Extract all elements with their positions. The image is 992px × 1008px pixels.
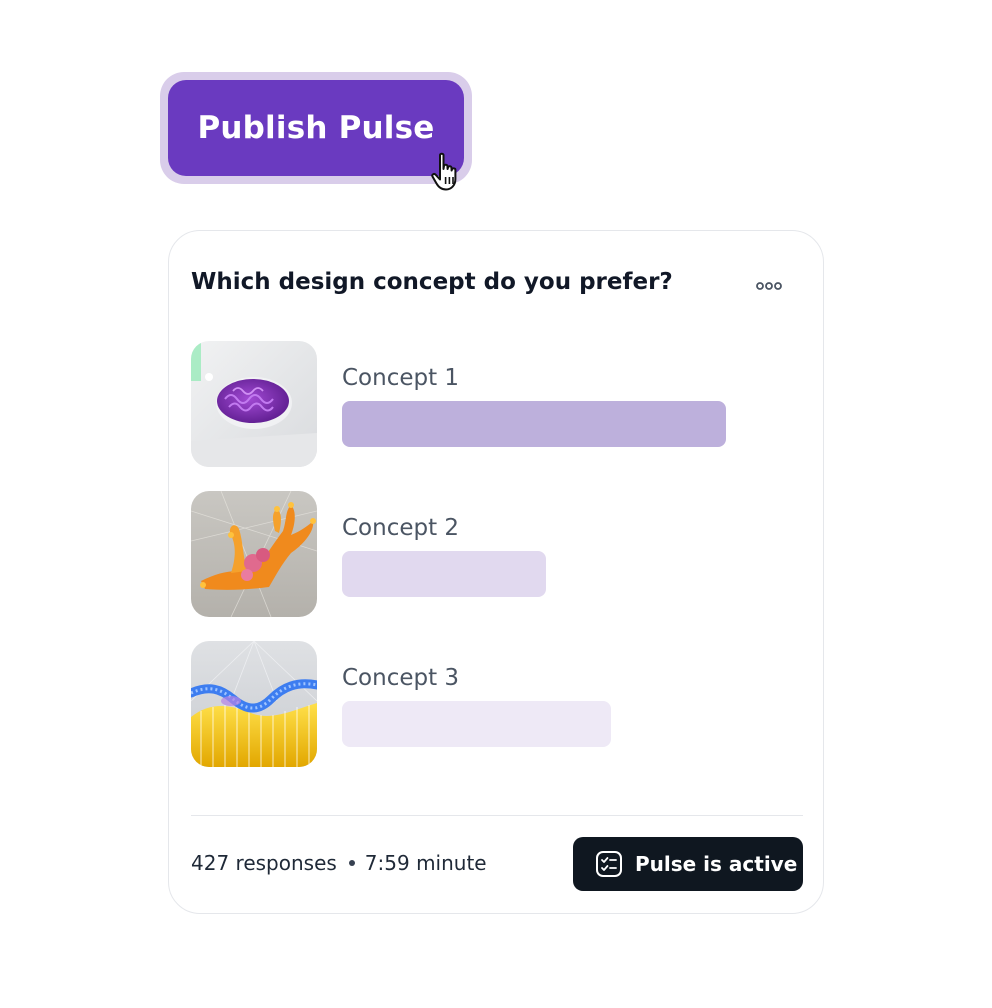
publish-button-halo: Publish Pulse [160,72,472,184]
separator-dot [348,860,355,866]
option-bar-track [342,551,726,597]
option-bar-track [342,701,726,747]
concept-2-thumbnail [191,491,317,617]
option-label: Concept 3 [342,665,460,691]
option-result-bar [342,551,546,597]
poll-option-concept-2[interactable]: Concept 2 [191,491,803,617]
hand-pointer-icon [431,152,457,191]
option-label: Concept 1 [342,365,460,391]
checklist-icon [596,851,622,877]
publish-pulse-button[interactable]: Publish Pulse [168,80,464,176]
poll-card: Which design concept do you prefer? Conc… [168,230,824,914]
pulse-status-badge[interactable]: Pulse is active [573,837,803,891]
concept-3-thumbnail [191,641,317,767]
concept-1-thumbnail [191,341,317,467]
more-options-button[interactable] [749,271,789,301]
time-remaining: 7:59 minute [364,851,487,875]
status-label: Pulse is active [635,852,798,876]
option-bar-track [342,401,726,447]
poll-question: Which design concept do you prefer? [191,269,673,295]
poll-option-concept-1[interactable]: Concept 1 [191,341,803,467]
poll-stats: 427 responses 7:59 minute [191,851,487,875]
poll-option-concept-3[interactable]: Concept 3 [191,641,803,767]
footer-divider [191,815,803,816]
option-result-bar [342,401,726,447]
more-horizontal-icon [756,282,782,290]
response-count: 427 responses [191,851,337,875]
option-result-bar [342,701,611,747]
option-label: Concept 2 [342,515,460,541]
